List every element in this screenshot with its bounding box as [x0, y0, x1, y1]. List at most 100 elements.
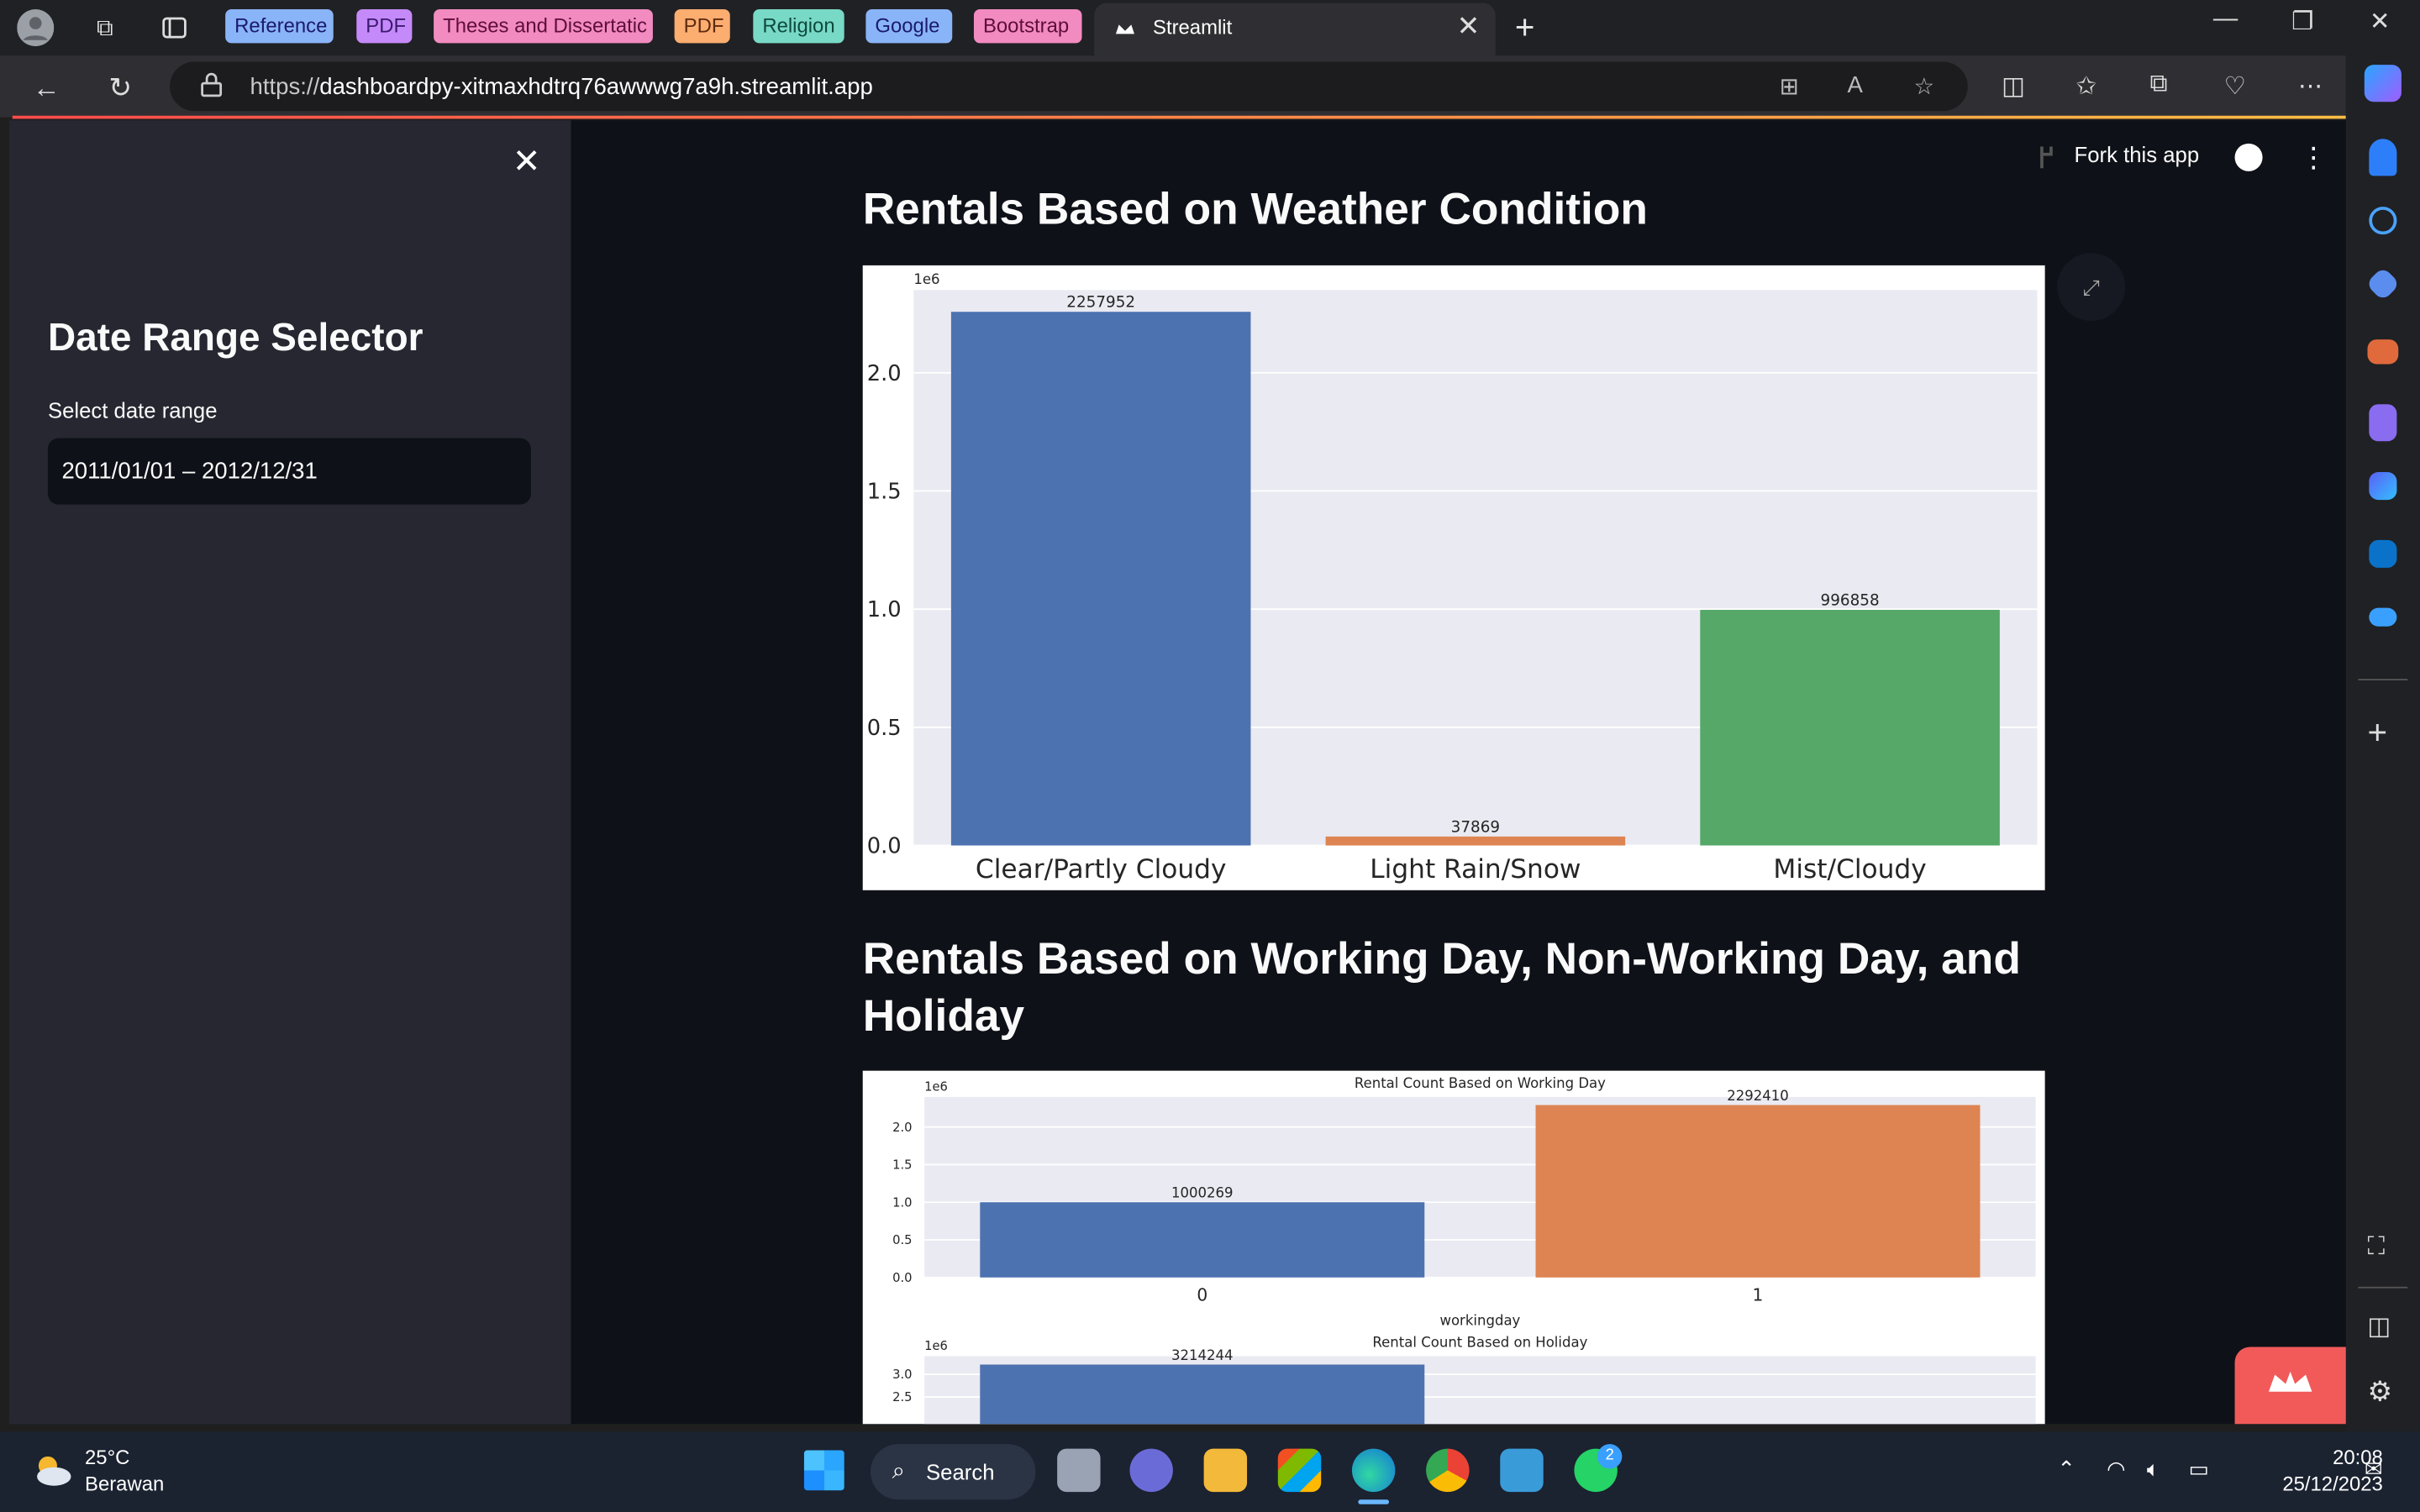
whatsapp-badge: 2 [1597, 1444, 1623, 1469]
weather-ytick-label: 0.0 [867, 834, 902, 859]
tab-group-pdf[interactable]: PDF [356, 9, 413, 44]
task-view-icon[interactable] [1057, 1448, 1101, 1493]
search-sidebar-icon[interactable] [2369, 207, 2397, 235]
show-hidden-icons-chevron-icon[interactable]: ⌃ [2057, 1457, 2075, 1483]
search-icon: ⌕ [892, 1457, 906, 1484]
weather-widget[interactable]: 25°C Berawan [85, 1444, 164, 1496]
file-explorer-icon[interactable] [1203, 1448, 1248, 1493]
send-icon[interactable] [2369, 607, 2397, 627]
workingday-xlabel: workingday [1439, 1313, 1520, 1329]
weather-ytick-label: 1.0 [867, 597, 902, 622]
tab-actions-icon[interactable] [155, 8, 195, 48]
streamlit-sidebar: ✕ Date Range Selector Select date range … [9, 120, 571, 1425]
holiday-data-label: 3214244 [1171, 1347, 1234, 1363]
weather-ytick-label: 2.0 [867, 361, 902, 386]
games-icon[interactable] [2369, 404, 2397, 442]
tab-group-reference[interactable]: Reference [225, 9, 334, 44]
close-tab-icon[interactable]: ✕ [1457, 11, 1481, 44]
streamlit-manage-app-button[interactable] [2234, 1347, 2346, 1425]
active-tab[interactable]: Streamlit ✕ [1094, 3, 1496, 56]
favorite-star-icon[interactable]: ☆ [1914, 72, 1935, 100]
new-tab-icon[interactable]: + [1505, 8, 1545, 48]
close-sidebar-icon[interactable]: ✕ [513, 142, 541, 182]
workingday-data-label: 2292410 [1727, 1088, 1789, 1104]
edge-sidebar-divider [2358, 679, 2408, 680]
edge-sidebar-divider-2 [2358, 1286, 2408, 1289]
weather-cloud-icon[interactable] [29, 1449, 76, 1492]
close-window-icon[interactable]: ✕ [2357, 6, 2403, 37]
read-aloud-icon[interactable]: A [1848, 72, 1863, 98]
outlook-icon[interactable] [2369, 539, 2397, 568]
chrome-icon[interactable] [1426, 1448, 1470, 1493]
fork-icon [2040, 146, 2053, 169]
microsoft-365-icon[interactable] [2369, 472, 2397, 501]
split-screen-icon[interactable]: ◫ [2002, 71, 2025, 102]
active-tab-title: Streamlit [1153, 15, 1233, 39]
weather-xtick-label: Clear/Partly Cloudy [976, 854, 1227, 885]
collections-icon[interactable]: ⧉ [2150, 71, 2168, 98]
tab-group-religion[interactable]: Religion [753, 9, 844, 44]
workingday-bar [980, 1202, 1425, 1278]
workingday-xtick-label: 0 [1197, 1284, 1207, 1305]
weather-ytick-label: 0.5 [867, 716, 902, 741]
github-icon[interactable] [2234, 143, 2263, 171]
chat-icon[interactable] [1129, 1448, 1173, 1493]
weather-ytick-label: 1.5 [867, 479, 902, 504]
streamlit-header-decoration [12, 115, 2346, 119]
profile-avatar-icon[interactable] [15, 8, 55, 48]
temperature-text: 25°C [85, 1445, 130, 1469]
fork-app-button[interactable]: Fork this app [2075, 142, 2200, 166]
sidebar-settings-gear-icon[interactable]: ⚙ [2367, 1376, 2392, 1409]
hide-sidebar-icon[interactable]: ◫ [2367, 1311, 2391, 1342]
workingday-offset-label: 1e6 [924, 1080, 948, 1095]
minimize-icon[interactable]: — [2202, 6, 2249, 34]
weather-bar [1700, 610, 2000, 846]
weather-chart-figure: 0.0 0.5 1.0 1.5 2.0 1e6 2257952 Clear/Partly Cl… [862, 265, 2045, 890]
notifications-bell-icon[interactable] [2369, 139, 2397, 176]
fullscreen-expand-icon[interactable]: ⤢ [2057, 253, 2126, 322]
tab-group-pdf-2[interactable]: PDF [674, 9, 730, 44]
refresh-icon[interactable]: ↻ [100, 68, 140, 108]
microsoft-store-icon[interactable] [1277, 1448, 1322, 1493]
crown-icon [2268, 1371, 2312, 1392]
workingday-holiday-charts: 0.0 0.5 1.0 1.5 2.0 1e6 1000269 0 2292410 1 Rental… [892, 1075, 2036, 1425]
notepad-icon[interactable] [1500, 1448, 1544, 1493]
app-available-icon[interactable]: ⊞ [1780, 72, 1799, 100]
weather-section-title: Rentals Based on Weather Condition [862, 185, 1648, 235]
more-menu-icon[interactable]: ⋯ [2298, 71, 2323, 102]
address-bar-row: ← ↻ https://dashboardpy-xitmaxhdtrq76aww… [0, 55, 2346, 118]
weather-xtick-label: Mist/Cloudy [1773, 854, 1926, 885]
taskbar-search[interactable]: ⌕ Search [870, 1444, 1036, 1500]
url-field[interactable]: https://dashboardpy-xitmaxhdtrq76awwwg7a… [170, 61, 1968, 112]
workspaces-icon[interactable]: ⧉ [85, 8, 125, 48]
weather-bar [1325, 836, 1626, 846]
restore-icon[interactable]: ❐ [2280, 6, 2326, 37]
wifi-icon[interactable]: ◠ [2107, 1457, 2125, 1483]
battery-icon[interactable]: ▭ [2188, 1457, 2208, 1483]
add-sidebar-app-icon[interactable]: + [2367, 713, 2387, 753]
edge-browser-icon[interactable] [1351, 1448, 1396, 1493]
browser-essentials-icon[interactable]: ♡ [2224, 71, 2246, 102]
favorites-icon[interactable]: ✩ [2075, 71, 2096, 102]
url-text: https://dashboardpy-xitmaxhdtrq76awwwg7a… [250, 74, 873, 101]
tools-icon[interactable] [2367, 339, 2399, 365]
workingday-bar [1535, 1105, 1981, 1278]
copilot-icon[interactable] [2364, 65, 2402, 102]
tab-group-theses[interactable]: Theses and Dissertatic [434, 9, 653, 44]
screenshot-icon[interactable]: ⛶ [2367, 1234, 2385, 1262]
back-icon[interactable]: ← [26, 68, 66, 108]
shopping-icon[interactable] [2365, 266, 2401, 302]
tab-group-google[interactable]: Google [865, 9, 953, 44]
date-range-input[interactable]: 2011/01/01 – 2012/12/31 [47, 438, 531, 505]
workingday-ytick-label: 0.0 [892, 1271, 912, 1285]
weather-text: Berawan [85, 1472, 165, 1495]
date-range-label: Select date range [47, 397, 218, 423]
windows-start-icon[interactable] [803, 1450, 844, 1491]
holiday-title: Rental Count Based on Holiday [1372, 1334, 1587, 1350]
tab-group-bootstrap[interactable]: Bootstrap [973, 9, 1082, 44]
notification-center-icon[interactable]: ✉ [2365, 1457, 2383, 1483]
main-menu-kebab-icon[interactable]: ⋮ [2300, 142, 2328, 175]
volume-icon[interactable]: 🔈︎ [2147, 1457, 2160, 1483]
weather-bar [950, 312, 1251, 846]
edge-active-indicator [1358, 1499, 1390, 1504]
